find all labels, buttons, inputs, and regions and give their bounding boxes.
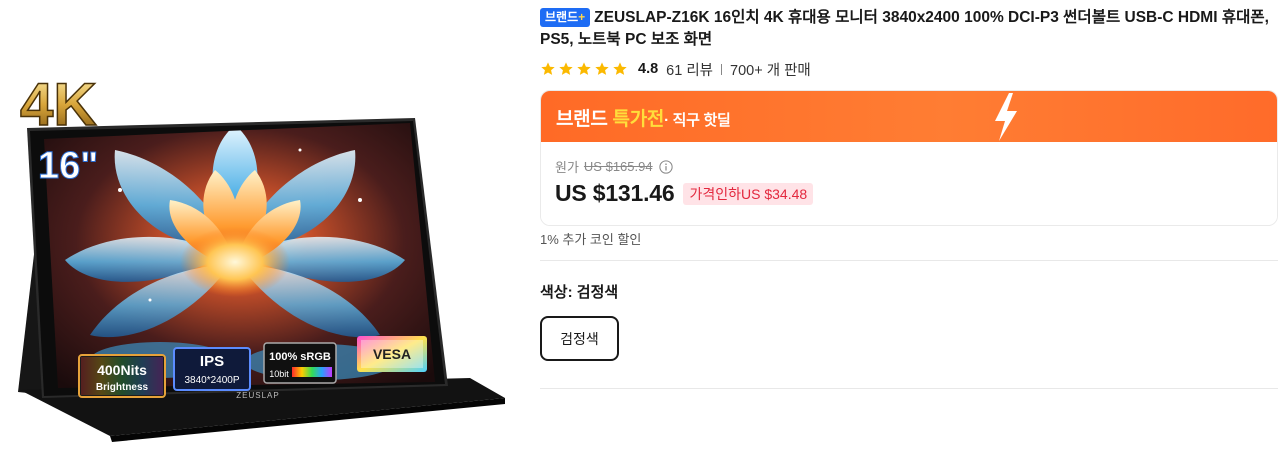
feature-badge-ips: IPS 3840*2400P xyxy=(173,347,251,391)
info-icon[interactable] xyxy=(658,159,673,174)
brand-badge-plus: + xyxy=(578,10,586,24)
badge-ips-line1: IPS xyxy=(200,353,224,370)
monitor-brand-text: ZEUSLAP xyxy=(236,391,279,400)
brand-plus-badge: 브랜드+ xyxy=(540,8,591,27)
star-icon xyxy=(595,62,609,75)
promo-text-highlight: 특가전 xyxy=(612,109,665,130)
star-icon xyxy=(613,62,627,75)
divider xyxy=(540,388,1278,389)
rating-stars xyxy=(540,61,630,77)
sale-price-row: US $131.46 가격인하US $34.48 xyxy=(555,180,814,207)
price-area: 원가 US $165.94 US $131.46 가격인하US $34.48 xyxy=(541,142,1277,225)
badge-color-line1: 100% sRGB xyxy=(269,351,331,363)
divider xyxy=(721,63,723,75)
color-option-black[interactable]: 검정색 xyxy=(540,316,619,361)
product-image[interactable]: 4K 16" 400Nits Brightness IPS 3840*2400P… xyxy=(0,0,520,457)
badge-vesa-text: VESA xyxy=(373,346,411,362)
badge-brightness-line2: Brightness xyxy=(96,382,149,393)
star-icon xyxy=(541,62,555,75)
discount-badge: 가격인하US $34.48 xyxy=(683,182,814,205)
lightning-icon xyxy=(995,93,1017,141)
original-price: US $165.94 xyxy=(583,159,653,174)
sold-count: 700+ 개 판매 xyxy=(730,62,811,79)
rating-row[interactable]: 4.8 61 리뷰 700+ 개 판매 xyxy=(540,58,811,80)
star-icon xyxy=(577,62,591,75)
original-price-label: 원가 xyxy=(555,160,579,175)
brand-badge-text: 브랜드 xyxy=(545,10,579,24)
feature-badge-color: 100% sRGB 10bit xyxy=(263,342,337,384)
badge-ips-line2: 3840*2400P xyxy=(184,375,239,386)
product-title-text: ZEUSLAP-Z16K 16인치 4K 휴대용 모니터 3840x2400 1… xyxy=(540,9,1269,48)
feature-badge-vesa: VESA xyxy=(357,336,427,372)
promo-text: 브랜드 특가전· 직구 핫딜 xyxy=(556,104,731,131)
product-info: 브랜드+ ZEUSLAP-Z16K 16인치 4K 휴대용 모니터 3840x24… xyxy=(540,0,1278,457)
badge-brightness-line1: 400Nits xyxy=(97,362,147,378)
promo-banner[interactable]: 브랜드 특가전· 직구 핫딜 xyxy=(541,91,1277,142)
promo-price-box: 브랜드 특가전· 직구 핫딜 원가 US $165.94 US $131.46 … xyxy=(540,90,1278,226)
feature-badge-brightness: 400Nits Brightness xyxy=(78,354,166,398)
badge-color-line2: 10bit xyxy=(269,369,289,379)
rating-value: 4.8 xyxy=(638,61,659,77)
screen-size-text: 16" xyxy=(38,145,98,187)
resolution-logo: 4K xyxy=(19,70,97,139)
divider xyxy=(540,260,1278,261)
promo-text-brand: 브랜드 xyxy=(556,109,613,130)
color-title: 색상: 검정색 xyxy=(540,284,619,301)
promo-text-sub: · 직구 핫딜 xyxy=(664,112,731,129)
review-count-link[interactable]: 61 리뷰 xyxy=(666,59,713,80)
original-price-row: 원가 US $165.94 xyxy=(555,157,673,176)
coin-discount-text: 1% 추가 코인 할인 xyxy=(540,232,642,247)
product-title: 브랜드+ ZEUSLAP-Z16K 16인치 4K 휴대용 모니터 3840x24… xyxy=(540,7,1270,51)
star-icon xyxy=(559,62,573,75)
sale-price: US $131.46 xyxy=(555,180,675,206)
resolution-text: 4K xyxy=(20,71,97,138)
